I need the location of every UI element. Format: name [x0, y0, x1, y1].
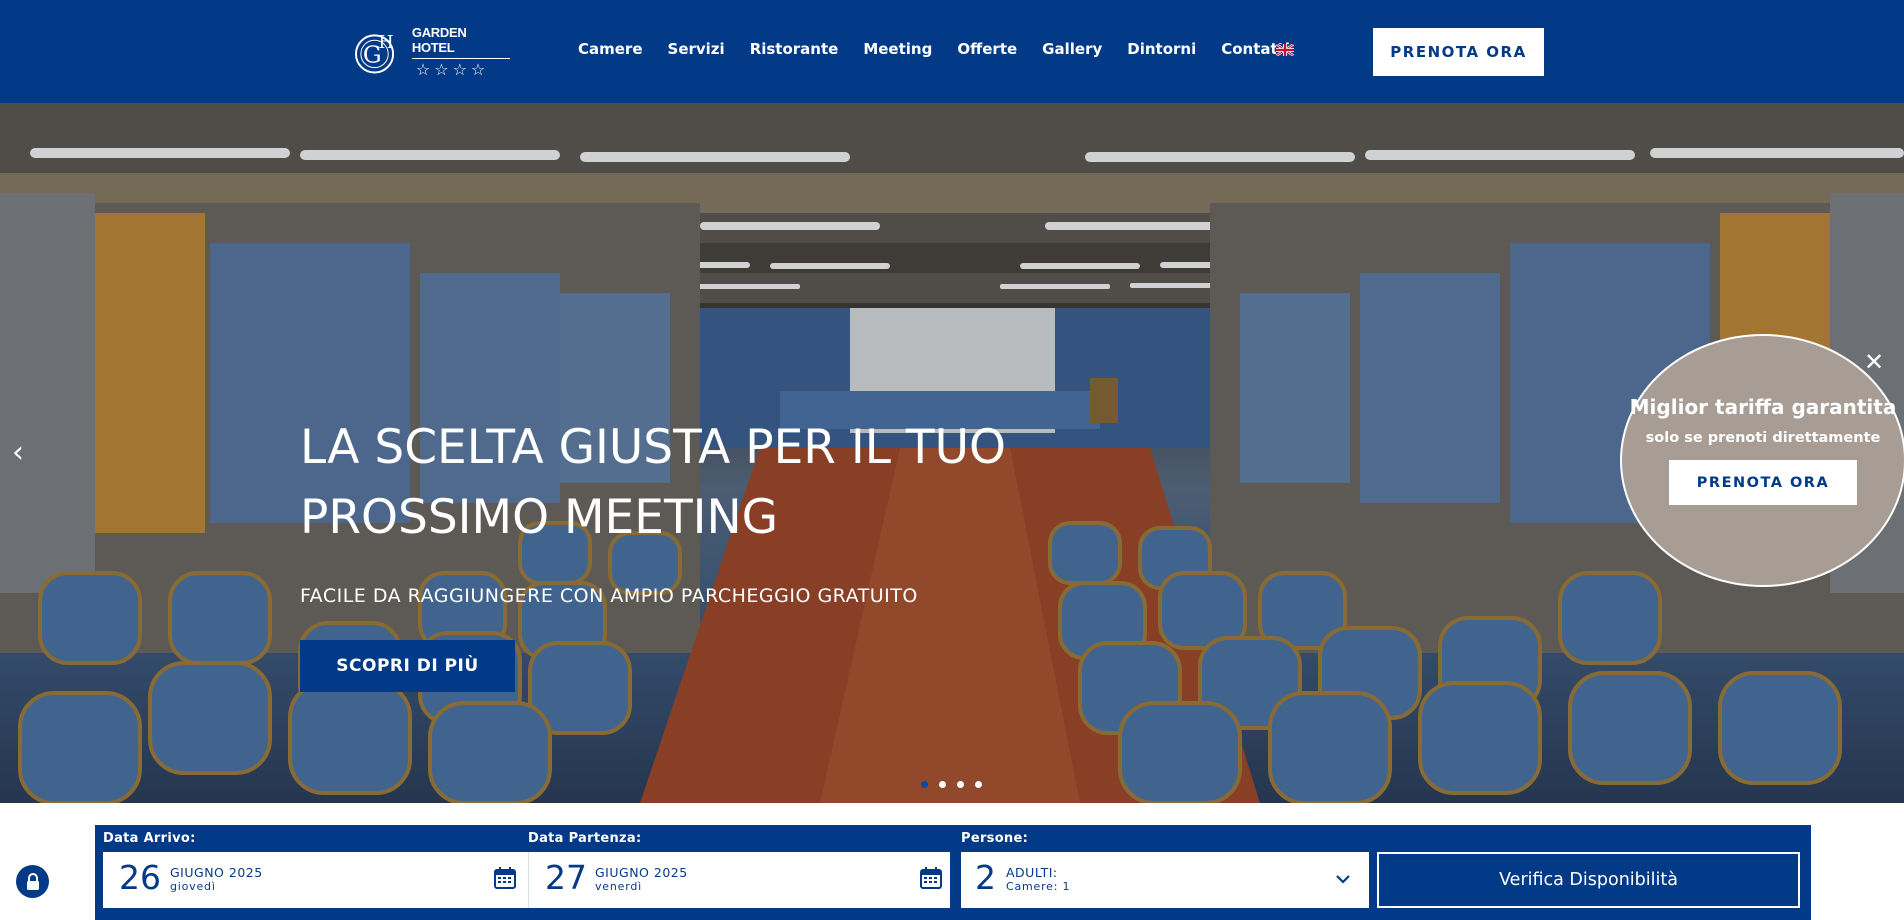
- nav-dintorni[interactable]: Dintorni: [1127, 40, 1196, 58]
- close-icon[interactable]: ✕: [1864, 350, 1884, 374]
- hero-title: LA SCELTA GIUSTA PER IL TUO PROSSIMO MEE…: [300, 413, 1120, 553]
- persone-label: Persone:: [961, 831, 1029, 846]
- partenza-date-field[interactable]: 27 GIUGNO 2025 venerdì: [528, 852, 950, 908]
- camere-count: Camere: 1: [1006, 880, 1071, 893]
- uk-flag-icon[interactable]: [1276, 44, 1294, 56]
- promo-title: Miglior tariffa garantita: [1629, 395, 1897, 419]
- best-rate-promo: Miglior tariffa garantita solo se prenot…: [1620, 334, 1904, 587]
- booking-bar: Data Arrivo: 26 GIUGNO 2025 giovedì Data…: [95, 825, 1811, 920]
- verifica-disponibilita-button[interactable]: Verifica Disponibilità: [1377, 852, 1800, 908]
- arrivo-day: 26: [119, 858, 161, 897]
- persone-count: 2: [975, 858, 996, 897]
- nav-camere[interactable]: Camere: [578, 40, 643, 58]
- nav-gallery[interactable]: Gallery: [1042, 40, 1102, 58]
- site-header: G H GARDEN HOTEL ☆☆☆☆ Camere Servizi Ris…: [0, 0, 1904, 103]
- arrivo-label: Data Arrivo:: [103, 831, 196, 846]
- hotel-logo[interactable]: G H GARDEN HOTEL ☆☆☆☆: [355, 25, 510, 79]
- chevron-down-icon[interactable]: [1335, 873, 1351, 885]
- partenza-weekday: venerdì: [595, 880, 642, 893]
- hero-slider: ‹ LA SCELTA GIUSTA PER IL TUO PROSSIMO M…: [0, 103, 1904, 803]
- promo-prenota-button[interactable]: PRENOTA ORA: [1669, 460, 1857, 505]
- arrivo-month: GIUGNO 2025: [170, 865, 263, 880]
- logo-stars: ☆☆☆☆: [415, 60, 490, 79]
- slider-dot-2[interactable]: [939, 781, 946, 788]
- partenza-day: 27: [545, 858, 587, 897]
- hero-title-line1: LA SCELTA GIUSTA PER IL TUO: [300, 420, 1006, 475]
- persone-type: ADULTI:: [1006, 865, 1058, 880]
- partenza-label: Data Partenza:: [528, 831, 642, 846]
- slider-dot-4[interactable]: [975, 781, 982, 788]
- logo-name: GARDEN HOTEL: [411, 25, 510, 59]
- nav-meeting[interactable]: Meeting: [863, 40, 932, 58]
- scopri-di-piu-button[interactable]: SCOPRI DI PIÙ: [300, 640, 515, 692]
- nav-servizi[interactable]: Servizi: [668, 40, 725, 58]
- persone-select[interactable]: 2 ADULTI: Camere: 1: [961, 852, 1369, 908]
- calendar-icon[interactable]: [494, 867, 516, 889]
- partenza-month: GIUGNO 2025: [595, 865, 688, 880]
- hero-title-line2: PROSSIMO MEETING: [300, 490, 779, 545]
- lock-icon[interactable]: [16, 865, 49, 898]
- main-nav: Camere Servizi Ristorante Meeting Offert…: [578, 40, 1315, 58]
- prenota-ora-button[interactable]: PRENOTA ORA: [1373, 28, 1544, 76]
- hero-subtitle: FACILE DA RAGGIUNGERE CON AMPIO PARCHEGG…: [300, 585, 918, 607]
- arrivo-weekday: giovedì: [170, 880, 216, 893]
- slider-dot-3[interactable]: [957, 781, 964, 788]
- gh-monogram-icon: G H: [355, 33, 395, 74]
- svg-text:H: H: [378, 33, 393, 53]
- slider-dot-1[interactable]: [921, 781, 928, 788]
- arrivo-date-field[interactable]: 26 GIUGNO 2025 giovedì: [103, 852, 528, 908]
- nav-offerte[interactable]: Offerte: [957, 40, 1017, 58]
- nav-ristorante[interactable]: Ristorante: [750, 40, 839, 58]
- promo-subtitle: solo se prenoti direttamente: [1645, 430, 1881, 446]
- chevron-left-icon[interactable]: ‹: [12, 438, 24, 468]
- calendar-icon[interactable]: [920, 867, 942, 889]
- slider-dots: [921, 781, 982, 788]
